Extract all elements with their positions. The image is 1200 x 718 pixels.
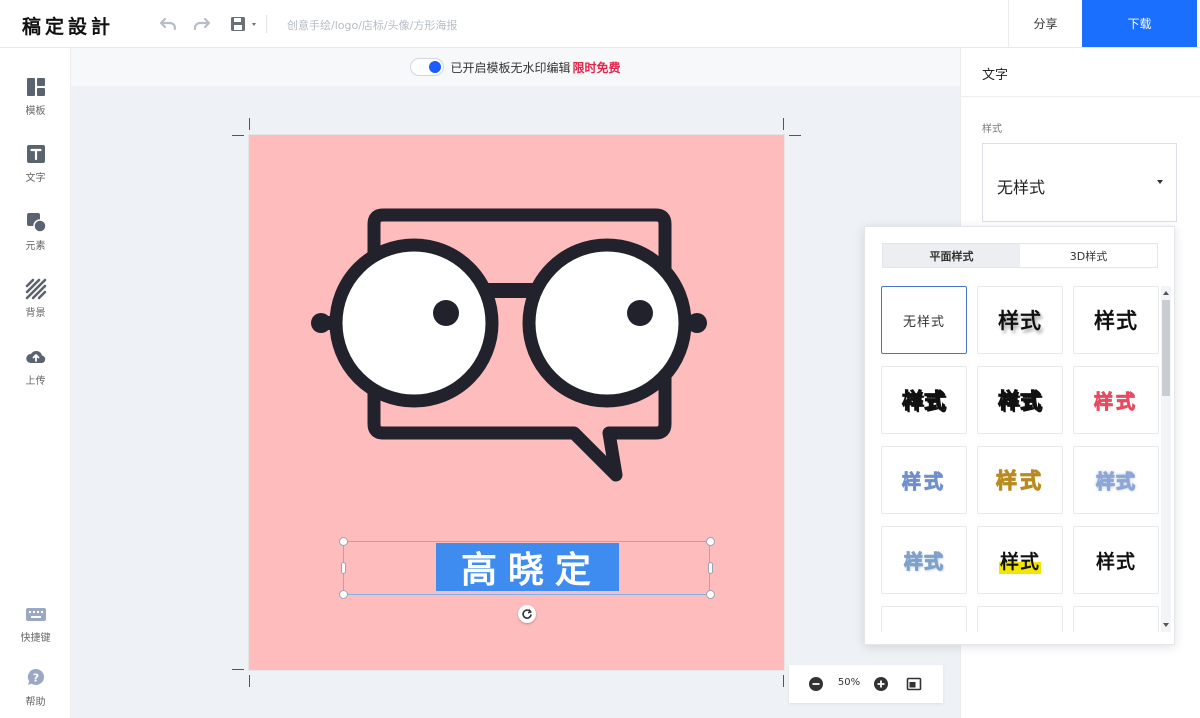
rotate-icon — [522, 609, 532, 619]
sidebar-item-background[interactable]: 背景 — [0, 278, 71, 319]
template-icon — [26, 78, 45, 96]
tab-3d-style[interactable]: 3D样式 — [1020, 244, 1157, 267]
style-preset[interactable]: 样式 — [1073, 286, 1159, 354]
sidebar-item-label: 文字 — [25, 173, 46, 184]
top-bar: 稿定設計 创意手绘/logo/店标/头像/方形海报 分享 下载 — [0, 0, 1200, 48]
style-preset[interactable]: 样式 — [881, 366, 967, 434]
style-dropdown: 平面样式 3D样式 无样式 样式 样式 样式 样式 样式 样式 样式 样式 样式… — [864, 226, 1175, 645]
style-preset[interactable] — [1073, 606, 1159, 632]
resize-handle[interactable] — [339, 537, 348, 546]
zoom-value: 50% — [837, 677, 861, 688]
style-preset[interactable]: 样式 — [881, 446, 967, 514]
crop-mark — [232, 669, 244, 670]
crop-mark — [789, 135, 801, 136]
undo-icon[interactable] — [158, 14, 178, 34]
sidebar-item-upload[interactable]: 上传 — [0, 346, 71, 387]
background-icon — [25, 278, 46, 300]
sidebar-item-shortcuts[interactable]: 快捷键 — [0, 603, 71, 644]
sidebar-item-elements[interactable]: 元素 — [0, 211, 71, 252]
style-preset[interactable]: 样式 — [977, 366, 1063, 434]
sidebar-item-label: 上传 — [25, 376, 46, 387]
resize-handle[interactable] — [706, 590, 715, 599]
upload-icon — [25, 351, 45, 363]
crop-mark — [249, 118, 250, 130]
download-button[interactable]: 下载 — [1082, 0, 1197, 47]
redo-icon[interactable] — [192, 14, 212, 34]
canvas-text[interactable]: 高晓定 — [436, 543, 619, 591]
fit-screen-icon[interactable] — [906, 676, 922, 692]
style-preset[interactable]: 样式 — [1073, 446, 1159, 514]
style-select[interactable]: 无样式 — [982, 143, 1177, 222]
scroll-up-icon[interactable] — [1163, 291, 1169, 295]
style-tabs: 平面样式 3D样式 — [882, 243, 1158, 268]
style-preset[interactable] — [977, 606, 1063, 632]
tab-flat-style[interactable]: 平面样式 — [883, 244, 1020, 267]
style-select-value: 无样式 — [997, 178, 1046, 197]
help-icon: ? — [27, 668, 44, 685]
panel-title: 文字 — [982, 68, 1009, 83]
style-preset[interactable] — [881, 606, 967, 632]
caret-down-icon — [1157, 180, 1163, 184]
glasses-bubble-illustration[interactable] — [309, 205, 729, 495]
watermark-toggle[interactable] — [410, 58, 445, 76]
sidebar-item-help[interactable]: ? 帮助 — [0, 667, 71, 708]
dropdown-scrollbar[interactable] — [1161, 286, 1171, 632]
resize-handle-side[interactable] — [708, 562, 713, 574]
app-logo[interactable]: 稿定設計 — [22, 12, 114, 39]
resize-handle[interactable] — [706, 537, 715, 546]
rotate-handle[interactable] — [518, 605, 536, 623]
keyboard-icon — [25, 608, 46, 621]
style-label: 样式 — [982, 124, 1002, 135]
crop-mark — [249, 675, 250, 687]
sidebar-item-template[interactable]: 模板 — [0, 76, 71, 117]
svg-text:?: ? — [32, 672, 38, 685]
text-icon — [26, 145, 45, 163]
style-preset[interactable]: 样式 — [881, 526, 967, 594]
elements-icon — [26, 213, 47, 233]
style-preset-grid: 无样式 样式 样式 样式 样式 样式 样式 样式 样式 样式 样式 样式 — [881, 286, 1160, 632]
crop-mark — [783, 675, 784, 687]
zoom-in-icon[interactable] — [873, 676, 889, 692]
scroll-down-icon[interactable] — [1163, 623, 1169, 627]
crop-mark — [232, 135, 244, 136]
sidebar-item-label: 快捷键 — [20, 633, 51, 644]
style-preset[interactable]: 样式 — [977, 526, 1063, 594]
style-preset[interactable]: 样式 — [977, 286, 1063, 354]
style-preset[interactable]: 样式 — [1073, 366, 1159, 434]
watermark-bar: 已开启模板无水印编辑 限时免费 — [71, 48, 960, 86]
style-preset[interactable]: 样式 — [1073, 526, 1159, 594]
share-button[interactable]: 分享 — [1008, 0, 1082, 47]
sidebar-item-text[interactable]: 文字 — [0, 143, 71, 184]
scrollbar-thumb[interactable] — [1162, 300, 1170, 396]
free-badge: 限时免费 — [572, 60, 621, 75]
sidebar-item-label: 背景 — [25, 308, 46, 319]
sidebar-item-label: 模板 — [25, 106, 46, 117]
sidebar-item-label: 元素 — [25, 241, 46, 252]
watermark-text: 已开启模板无水印编辑 — [450, 60, 571, 75]
sidebar-item-label: 帮助 — [25, 697, 46, 708]
resize-handle[interactable] — [339, 590, 348, 599]
left-sidebar: 模板 文字 元素 背景 上传 快捷键 ? 帮助 — [0, 48, 71, 718]
crop-mark — [783, 118, 784, 130]
design-title-input[interactable]: 创意手绘/logo/店标/头像/方形海报 — [287, 17, 457, 33]
style-preset-none[interactable]: 无样式 — [881, 286, 967, 354]
toolbar-divider — [266, 15, 267, 33]
zoom-out-icon[interactable] — [808, 676, 824, 692]
zoom-control: 50% — [789, 665, 943, 703]
panel-divider — [961, 96, 1200, 97]
style-preset[interactable]: 样式 — [977, 446, 1063, 514]
save-icon[interactable] — [229, 14, 261, 34]
resize-handle-side[interactable] — [341, 562, 346, 574]
toggle-knob — [429, 61, 442, 73]
